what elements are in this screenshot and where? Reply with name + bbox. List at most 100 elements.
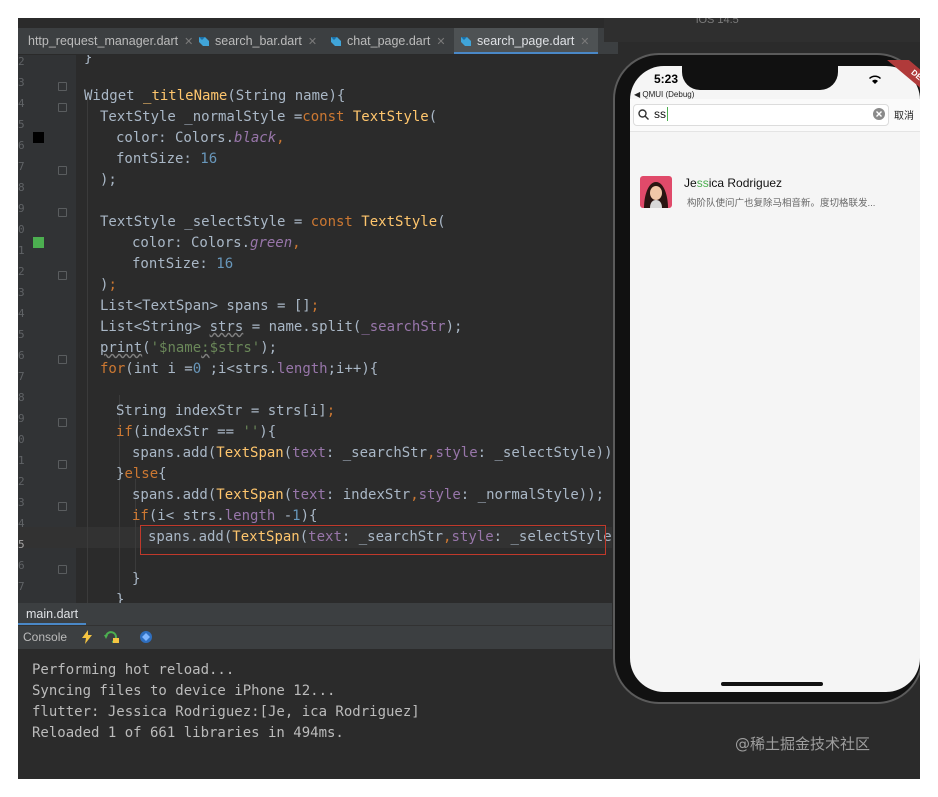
avatar-image xyxy=(640,176,672,208)
line-number: 0 xyxy=(18,223,25,236)
line-number: 7 xyxy=(18,160,25,173)
code-line: }else{ xyxy=(116,466,167,482)
fold-icon[interactable] xyxy=(58,166,67,175)
tab-label: search_bar.dart xyxy=(215,34,302,48)
close-icon[interactable]: ✕ xyxy=(308,35,317,48)
close-icon[interactable]: ✕ xyxy=(436,35,445,48)
result-name: Jessica Rodriguez xyxy=(684,176,783,190)
fold-icon[interactable] xyxy=(58,460,67,469)
tab-label: main.dart xyxy=(26,607,79,621)
line-number: 2 xyxy=(18,265,25,278)
line-number: 8 xyxy=(18,181,25,194)
devtools-icon[interactable] xyxy=(139,630,153,644)
code-line: print('$name:$strs'); xyxy=(100,340,278,356)
search-input[interactable] xyxy=(633,104,889,126)
search-value: ss xyxy=(654,107,666,121)
tab-chat-page[interactable]: chat_page.dart ✕ xyxy=(330,28,450,54)
fold-icon[interactable] xyxy=(58,418,67,427)
home-indicator xyxy=(721,682,823,686)
line-number: 3 xyxy=(18,286,25,299)
line-number: 1 xyxy=(18,454,25,467)
close-icon[interactable]: ✕ xyxy=(580,35,589,48)
line-number: 0 xyxy=(18,433,25,446)
tab-http-request-manager[interactable]: http_request_manager.dart ✕ xyxy=(18,28,193,54)
fold-icon[interactable] xyxy=(58,208,67,217)
code-line: color: Colors.green, xyxy=(132,235,301,251)
phone-screen xyxy=(630,66,920,692)
fold-icon[interactable] xyxy=(58,502,67,511)
code-editor[interactable]: 2 3 4 5 6 7 8 9 0 1 2 3 4 5 6 7 8 9 0 1 … xyxy=(18,55,612,603)
console-line: Performing hot reload... xyxy=(32,662,235,678)
code-line: List<String> strs = name.split(_searchSt… xyxy=(100,319,463,335)
ide-window: http_request_manager.dart ✕ search_bar.d… xyxy=(18,18,920,779)
code-line: for(int i =0 ;i<strs.length;i++){ xyxy=(100,361,379,377)
tab-label: search_page.dart xyxy=(477,34,575,48)
color-swatch-black[interactable] xyxy=(33,132,44,143)
code-line: } xyxy=(132,571,141,587)
code-line: spans.add(TextSpan(text: _searchStr,styl… xyxy=(132,445,612,461)
run-tab-bar: main.dart xyxy=(18,603,612,625)
line-number: 4 xyxy=(18,307,25,320)
console-tab[interactable]: Console xyxy=(23,630,67,644)
line-number: 5 xyxy=(18,538,25,551)
avatar xyxy=(640,176,672,208)
fold-icon[interactable] xyxy=(58,271,67,280)
code-line: String indexStr = strs[i]; xyxy=(116,403,336,419)
indent-guide xyxy=(87,97,88,603)
hot-restart-icon[interactable] xyxy=(104,630,120,644)
run-toolbar: Console xyxy=(18,625,612,650)
hot-reload-icon[interactable] xyxy=(81,630,93,644)
line-number: 8 xyxy=(18,391,25,404)
line-number: 3 xyxy=(18,496,25,509)
tab-search-bar[interactable]: search_bar.dart ✕ xyxy=(198,28,328,54)
tab-main-dart[interactable]: main.dart xyxy=(18,603,87,625)
fold-icon[interactable] xyxy=(58,565,67,574)
line-number: 1 xyxy=(18,244,25,257)
line-number: 7 xyxy=(18,370,25,383)
phone-notch xyxy=(682,62,838,90)
line-number: 6 xyxy=(18,139,25,152)
color-swatch-green[interactable] xyxy=(33,237,44,248)
code-line: TextStyle _normalStyle =const TextStyle( xyxy=(100,109,438,125)
dart-file-icon xyxy=(331,37,341,46)
fold-icon[interactable] xyxy=(58,82,67,91)
simulator-titlebar xyxy=(604,18,920,42)
simulator-title: iOS 14.5 xyxy=(696,18,739,26)
tab-label: chat_page.dart xyxy=(347,34,431,48)
editor-tab-bar: http_request_manager.dart ✕ search_bar.d… xyxy=(18,28,618,55)
dart-file-icon xyxy=(199,37,209,46)
close-icon[interactable]: ✕ xyxy=(184,35,193,48)
code-line: } xyxy=(116,592,125,603)
code-line: Widget _titleName(String name){ xyxy=(84,88,346,104)
line-number: 5 xyxy=(18,328,25,341)
code-line: } xyxy=(84,55,93,66)
result-subtitle: 构阶队使问广也复除马相音新。度切格联发... xyxy=(687,198,876,209)
cancel-button[interactable]: 取消 xyxy=(894,107,914,122)
code-line: List<TextSpan> spans = []; xyxy=(100,298,320,314)
search-icon xyxy=(638,109,649,120)
back-to-app-link[interactable]: ◀ QMUI (Debug) xyxy=(634,90,694,99)
dart-file-icon xyxy=(461,37,471,46)
clear-icon[interactable] xyxy=(873,108,885,120)
code-line: spans.add(TextSpan(text: indexStr,style:… xyxy=(132,487,605,503)
fold-icon[interactable] xyxy=(58,103,67,112)
code-line: fontSize: 16 xyxy=(116,151,218,167)
line-number: 6 xyxy=(18,349,25,362)
line-number: 4 xyxy=(18,97,25,110)
text-cursor xyxy=(667,107,668,121)
code-line: color: Colors.black, xyxy=(116,130,285,146)
line-number: 6 xyxy=(18,559,25,572)
fold-icon[interactable] xyxy=(58,355,67,364)
console-line: Syncing files to device iPhone 12... xyxy=(32,683,336,699)
tab-search-page[interactable]: search_page.dart ✕ xyxy=(454,28,598,54)
line-number: 2 xyxy=(18,55,25,68)
line-number: 9 xyxy=(18,412,25,425)
watermark: @稀土掘金技术社区 xyxy=(735,735,871,753)
code-line: TextStyle _selectStyle = const TextStyle… xyxy=(100,214,446,230)
code-line: ); xyxy=(100,277,117,293)
line-number: 9 xyxy=(18,202,25,215)
code-line: if(indexStr == ''){ xyxy=(116,424,277,440)
code-line: fontSize: 16 xyxy=(132,256,234,272)
line-number: 2 xyxy=(18,475,25,488)
code-line: if(i< strs.length -1){ xyxy=(132,508,318,524)
